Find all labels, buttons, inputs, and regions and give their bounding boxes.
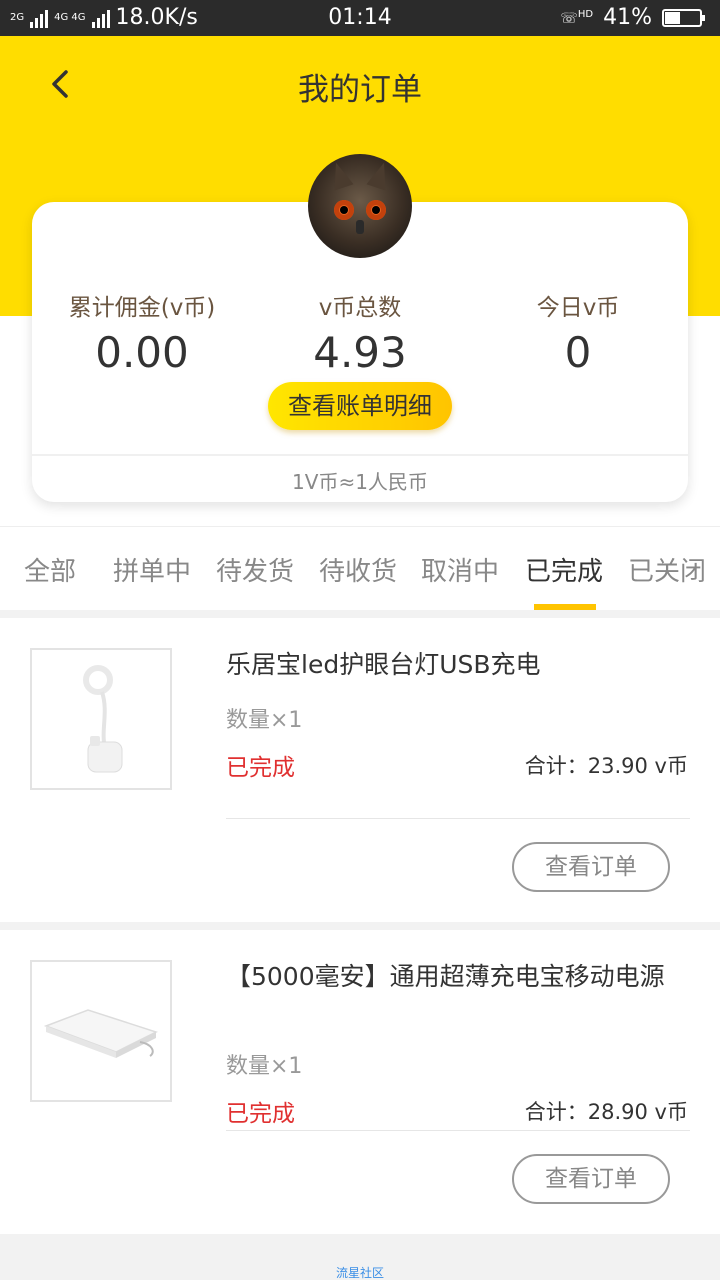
stat-commission-value: 0.00: [95, 328, 189, 377]
page-title: 我的订单: [298, 72, 422, 108]
status-right: ☏HD 41%: [560, 5, 705, 30]
desk-lamp-icon: [83, 665, 123, 773]
stat-today: 今日v币 0: [478, 288, 678, 377]
order-divider: [226, 1130, 690, 1131]
order-card: 【5000毫安】通用超薄充电宝移动电源 数量×1 已完成 合计：28.90 v币…: [0, 930, 720, 1234]
avatar[interactable]: [308, 154, 412, 258]
stat-commission: 累计佣金(v币) 0.00: [42, 288, 242, 377]
stat-today-value: 0: [564, 328, 592, 377]
active-tab-indicator: [534, 604, 596, 610]
power-bank-icon: [43, 1009, 158, 1058]
order-total: 合计：23.90 v币: [524, 754, 688, 778]
product-image-power-bank[interactable]: [30, 960, 172, 1102]
view-bill-details-button[interactable]: 查看账单明细: [268, 382, 452, 430]
tab-group-buying[interactable]: 拼单中: [113, 551, 191, 588]
stat-total: v币总数 4.93: [260, 288, 460, 377]
status-bar: 2G 4G 4G 18.0K/s 01:14 ☏HD 41%: [0, 0, 720, 36]
tab-closed[interactable]: 已关闭: [628, 551, 706, 588]
stat-today-label: 今日v币: [536, 295, 620, 321]
order-title[interactable]: 乐居宝led护眼台灯USB充电: [226, 644, 696, 686]
battery-icon: [662, 8, 705, 27]
footer-link[interactable]: 流星社区: [0, 1264, 720, 1280]
order-quantity: 数量×1: [226, 708, 303, 733]
battery-percent: 41%: [603, 5, 652, 30]
tab-cancelling[interactable]: 取消中: [421, 551, 499, 588]
order-status: 已完成: [226, 755, 295, 781]
exchange-rate-note: 1V币≈1人民币: [292, 470, 428, 494]
order-divider: [226, 818, 690, 819]
order-tabs: 全部 拼单中 待发货 待收货 取消中 已完成 已关闭: [0, 526, 720, 610]
order-card: 乐居宝led护眼台灯USB充电 数量×1 已完成 合计：23.90 v币 查看订…: [0, 618, 720, 922]
card-divider: [32, 454, 688, 456]
order-status: 已完成: [226, 1101, 295, 1127]
stat-total-label: v币总数: [318, 295, 402, 321]
stat-total-value: 4.93: [313, 328, 407, 377]
tab-to-ship[interactable]: 待发货: [216, 551, 294, 588]
view-order-button[interactable]: 查看订单: [512, 1154, 670, 1204]
stat-commission-label: 累计佣金(v币): [68, 295, 216, 321]
order-total: 合计：28.90 v币: [524, 1100, 688, 1124]
view-order-button[interactable]: 查看订单: [512, 842, 670, 892]
hd-label: HD: [577, 8, 594, 20]
tab-to-receive[interactable]: 待收货: [319, 551, 397, 588]
product-image-desk-lamp[interactable]: [30, 648, 172, 790]
phone-hd-icon: ☏HD: [560, 8, 594, 27]
tab-completed[interactable]: 已完成: [525, 551, 603, 588]
tab-all[interactable]: 全部: [24, 551, 76, 588]
order-quantity: 数量×1: [226, 1054, 303, 1079]
order-title[interactable]: 【5000毫安】通用超薄充电宝移动电源: [226, 956, 696, 998]
